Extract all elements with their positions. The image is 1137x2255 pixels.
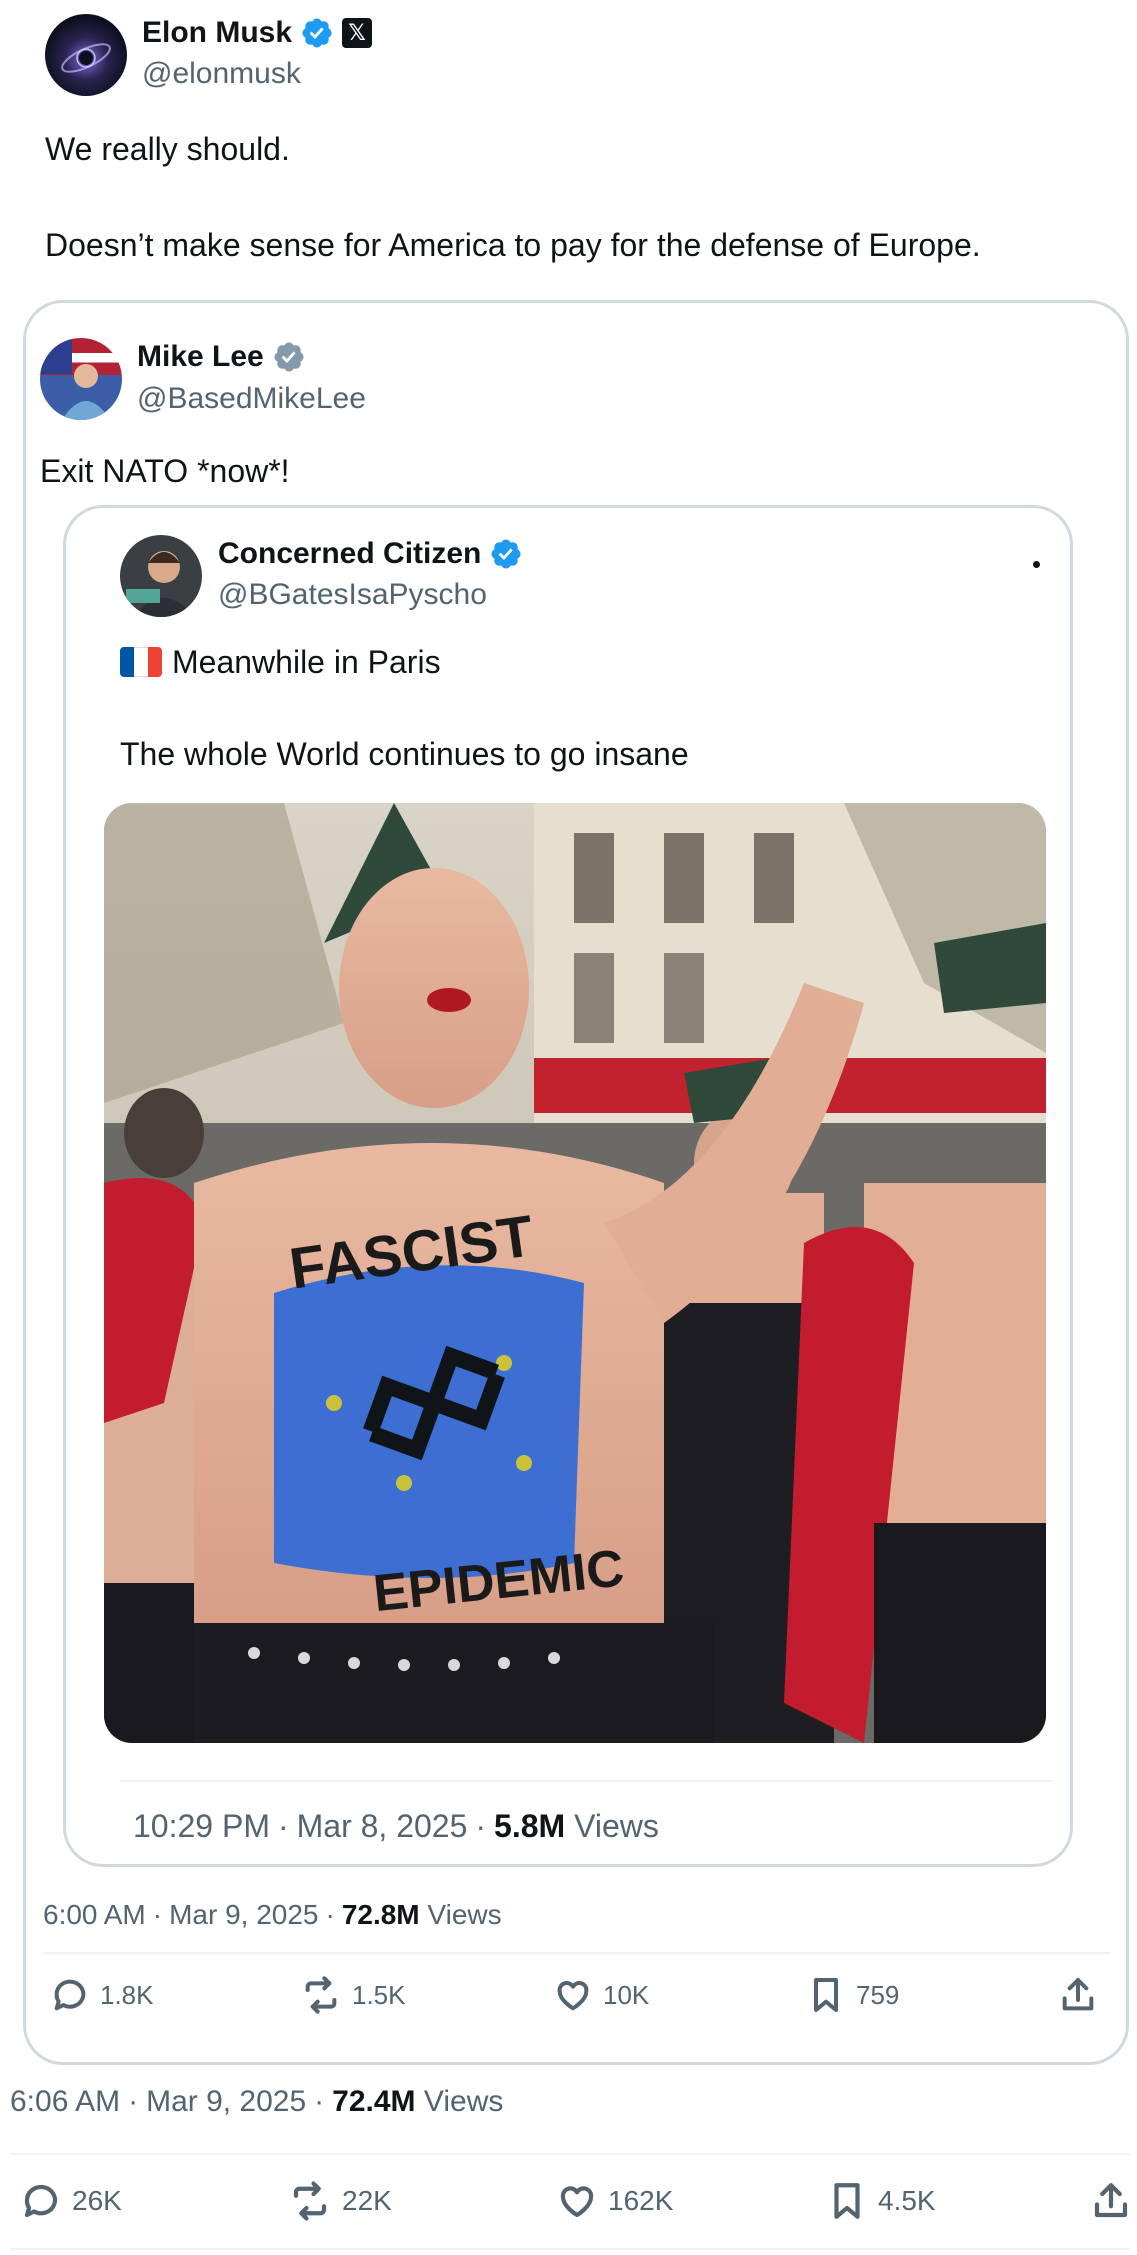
- repost-icon: [293, 2181, 327, 2221]
- nested-tweet-text-line1: Meanwhile in Paris: [172, 644, 441, 680]
- quote-views-count: 72.8M: [341, 1899, 420, 1930]
- bottom-divider: [10, 2248, 1130, 2250]
- verified-badge-icon: [302, 18, 332, 48]
- share-icon: [1062, 1978, 1094, 2011]
- main-bookmark-button[interactable]: 4.5K: [826, 2180, 936, 2222]
- x-logo-icon: 𝕏: [342, 18, 373, 48]
- nested-tweet-text-line2: The whole World continues to go insane: [120, 736, 689, 772]
- verified-badge-gray-icon: [274, 342, 304, 372]
- verified-badge-icon: [491, 539, 521, 569]
- main-like-button[interactable]: 162K: [556, 2180, 673, 2222]
- galaxy-icon: [61, 43, 111, 73]
- nested-date[interactable]: Mar 8, 2025: [297, 1805, 468, 1847]
- mike-lee-name[interactable]: Mike Lee: [137, 338, 264, 376]
- reply-icon: [54, 1979, 86, 2011]
- main-reply-button[interactable]: 26K: [20, 2180, 122, 2222]
- main-divider: [10, 2153, 1130, 2155]
- elon-avatar[interactable]: [45, 14, 127, 96]
- person-photo-icon: [40, 338, 110, 420]
- share-icon: [1094, 2183, 1128, 2218]
- quote-bookmark-button[interactable]: 759: [806, 1975, 899, 2015]
- nested-views-count: 5.8M: [494, 1808, 566, 1844]
- quote-time[interactable]: 6:00 AM: [43, 1897, 146, 1933]
- more-dot-icon[interactable]: [1033, 561, 1040, 568]
- france-flag-icon: [120, 647, 162, 677]
- protest-photo: FASCIST EPIDEMIC: [104, 803, 1046, 1743]
- heart-icon: [560, 2186, 594, 2218]
- mike-lee-avatar[interactable]: [40, 338, 122, 420]
- bookmark-icon: [814, 1978, 838, 2012]
- main-time[interactable]: 6:06 AM: [10, 2083, 120, 2121]
- quote-views-label: Views: [427, 1899, 502, 1930]
- heart-icon: [557, 1981, 589, 2011]
- quote-repost-button[interactable]: 1.5K: [300, 1975, 406, 2015]
- main-tweet-text-line2: Doesn’t make sense for America to pay fo…: [45, 227, 981, 263]
- concerned-citizen-handle[interactable]: @BGatesIsaPyscho: [218, 576, 487, 614]
- quote-date[interactable]: Mar 9, 2025: [169, 1897, 318, 1933]
- main-tweet-text-line1: We really should.: [45, 131, 290, 167]
- concerned-citizen-name[interactable]: Concerned Citizen: [218, 535, 481, 573]
- quote-divider: [43, 1952, 1111, 1954]
- main-views-count: 72.4M: [332, 2085, 416, 2118]
- person-photo-icon: [126, 551, 194, 617]
- main-date[interactable]: Mar 9, 2025: [146, 2083, 306, 2121]
- tweet-media-image[interactable]: FASCIST EPIDEMIC: [104, 803, 1046, 1743]
- reply-icon: [24, 2184, 58, 2218]
- quote-timestamp-row: 6:00 AM · Mar 9, 2025 · 72.8M Views: [43, 1897, 502, 1933]
- main-timestamp-row: 6:06 AM · Mar 9, 2025 · 72.4M Views: [10, 2083, 503, 2121]
- nested-divider: [120, 1780, 1052, 1782]
- elon-handle[interactable]: @elonmusk: [142, 55, 301, 93]
- quote-reply-button[interactable]: 1.8K: [50, 1975, 154, 2015]
- mike-lee-handle[interactable]: @BasedMikeLee: [137, 380, 366, 418]
- nested-time[interactable]: 10:29 PM: [133, 1805, 270, 1847]
- main-views-label: Views: [423, 2085, 504, 2118]
- nested-views-label: Views: [574, 1808, 659, 1844]
- bookmark-icon: [834, 2183, 860, 2219]
- repost-icon: [305, 1976, 337, 2014]
- nested-timestamp-row: 10:29 PM · Mar 8, 2025 · 5.8M Views: [133, 1805, 659, 1847]
- concerned-citizen-avatar[interactable]: [120, 535, 202, 617]
- elon-name[interactable]: Elon Musk: [142, 14, 292, 52]
- quote-tweet-text: Exit NATO *now*!: [40, 453, 290, 489]
- main-share-button[interactable]: [1090, 2180, 1132, 2222]
- quote-like-button[interactable]: 10K: [553, 1975, 649, 2015]
- main-repost-button[interactable]: 22K: [288, 2180, 392, 2222]
- quote-share-button[interactable]: [1058, 1975, 1098, 2015]
